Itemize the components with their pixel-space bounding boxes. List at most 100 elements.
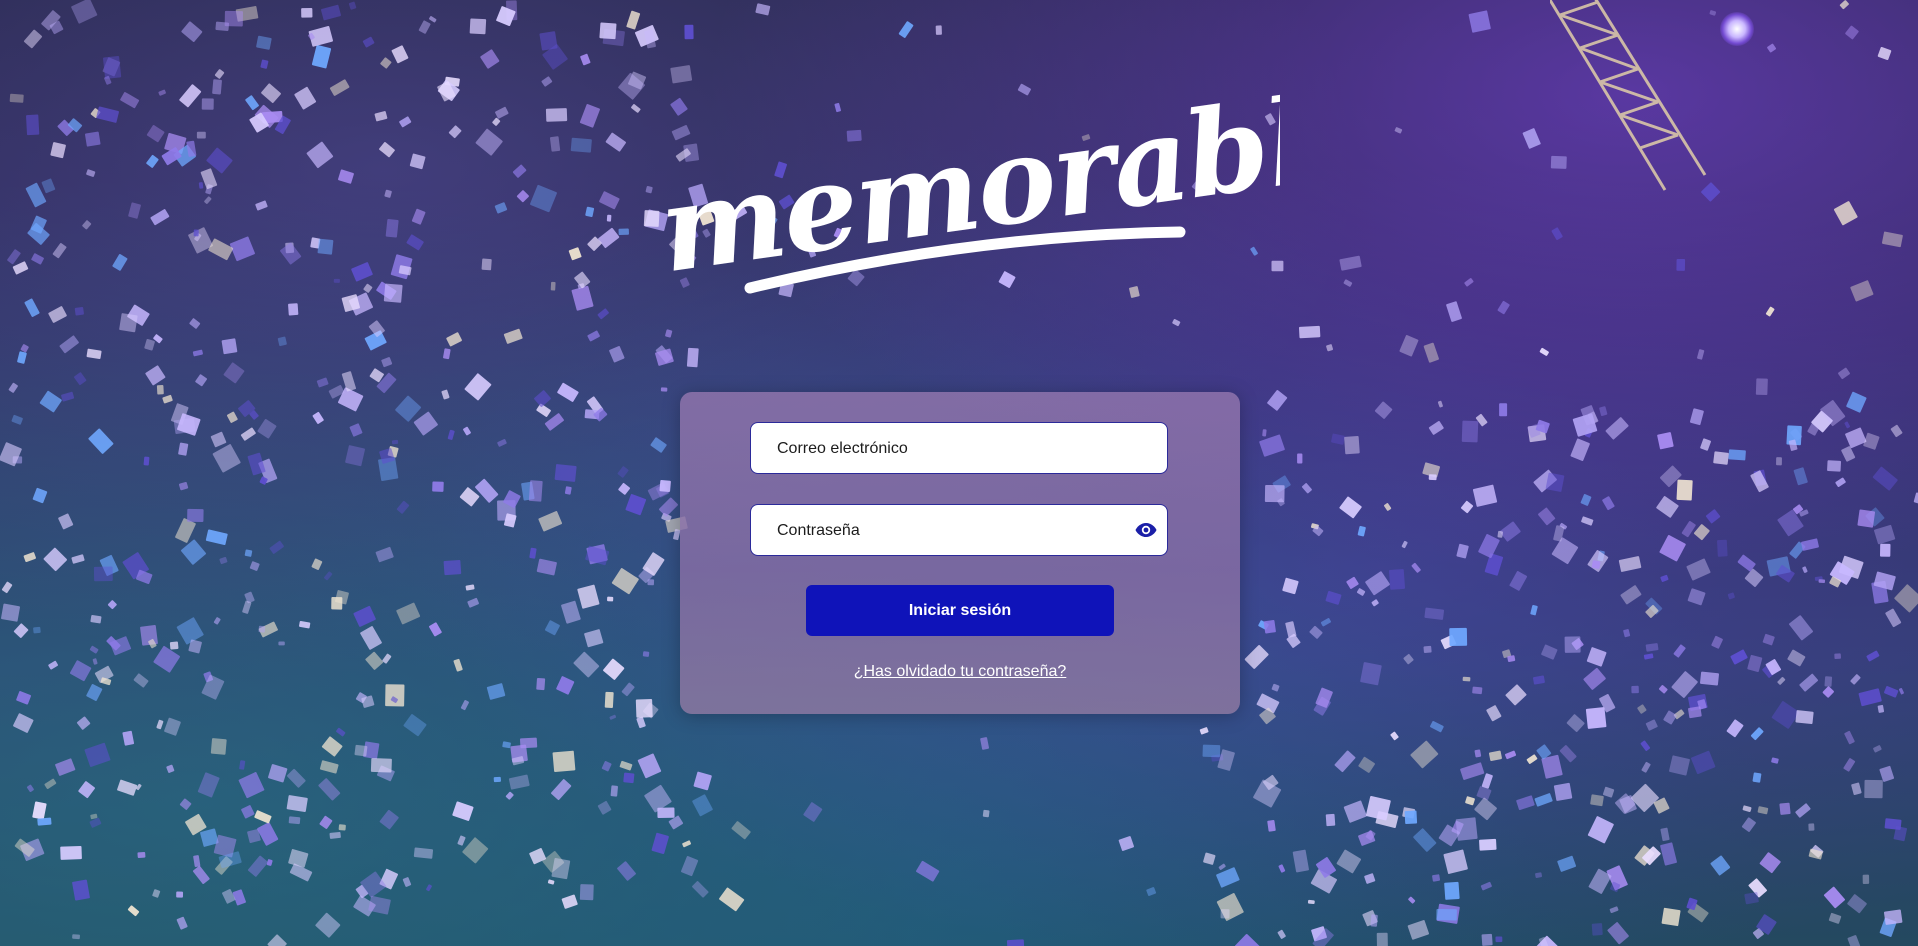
confetti-piece: [1365, 795, 1391, 821]
login-button[interactable]: Iniciar sesión: [806, 585, 1114, 636]
confetti-piece: [1690, 750, 1716, 775]
confetti-piece: [399, 116, 412, 128]
confetti-piece: [1474, 797, 1497, 821]
confetti-piece: [1356, 588, 1366, 596]
confetti-piece: [463, 426, 471, 436]
confetti-piece: [1777, 677, 1786, 685]
confetti-piece: [1700, 671, 1719, 686]
confetti-piece: [571, 285, 594, 311]
confetti-piece: [1631, 685, 1639, 694]
confetti-piece: [222, 889, 236, 904]
confetti-piece: [146, 125, 165, 143]
confetti-piece: [255, 200, 268, 211]
confetti-piece: [460, 700, 469, 711]
confetti-piece: [244, 549, 253, 557]
confetti-piece: [1370, 914, 1378, 927]
confetti-piece: [1693, 524, 1710, 541]
confetti-piece: [1609, 906, 1619, 914]
confetti-piece: [1857, 509, 1876, 528]
confetti-piece: [980, 737, 989, 750]
confetti-piece: [1742, 805, 1752, 813]
confetti-piece: [1545, 472, 1565, 492]
confetti-piece: [1376, 932, 1388, 946]
confetti-piece: [492, 117, 501, 126]
confetti-piece: [152, 889, 161, 898]
confetti-piece: [1687, 588, 1706, 606]
confetti-piece: [1297, 453, 1303, 464]
confetti-piece: [349, 423, 363, 437]
confetti-piece: [301, 8, 313, 18]
confetti-piece: [1456, 543, 1469, 559]
confetti-piece: [205, 529, 228, 546]
confetti-piece: [1516, 795, 1535, 811]
confetti-piece: [208, 238, 234, 261]
forgot-password-link[interactable]: ¿Has olvidado tu contraseña?: [680, 663, 1240, 681]
confetti-piece: [1443, 849, 1468, 874]
confetti-piece: [426, 884, 432, 892]
confetti-piece: [331, 597, 343, 610]
confetti-piece: [321, 736, 343, 757]
password-field[interactable]: [750, 504, 1168, 556]
confetti-piece: [50, 142, 66, 159]
confetti-piece: [1660, 827, 1670, 841]
password-input[interactable]: [775, 505, 1119, 556]
confetti-piece: [48, 660, 58, 670]
login-page: memorable Iniciar sesión ¿Has olvidado t…: [0, 0, 1918, 946]
eye-icon[interactable]: [1133, 518, 1159, 542]
confetti-piece: [375, 546, 394, 563]
email-field[interactable]: [750, 422, 1168, 474]
confetti-piece: [1199, 727, 1209, 735]
confetti-piece: [637, 753, 662, 779]
confetti-piece: [1437, 400, 1443, 408]
confetti-piece: [48, 306, 67, 323]
confetti-piece: [395, 395, 422, 422]
confetti-piece: [193, 229, 199, 237]
confetti-piece: [16, 691, 32, 705]
confetti-piece: [1538, 507, 1556, 526]
confetti-piece: [1581, 516, 1594, 526]
confetti-piece: [1866, 650, 1880, 662]
confetti-piece: [1843, 758, 1856, 772]
confetti-piece: [319, 815, 333, 829]
confetti-piece: [1730, 649, 1748, 665]
confetti-piece: [1495, 936, 1503, 943]
confetti-piece: [1839, 0, 1849, 10]
confetti-piece: [1271, 683, 1280, 692]
confetti-piece: [618, 228, 629, 236]
confetti-piece: [1844, 730, 1855, 745]
confetti-piece: [120, 92, 140, 109]
confetti-piece: [1881, 231, 1903, 248]
confetti-piece: [1771, 701, 1800, 729]
confetti-piece: [1298, 325, 1321, 339]
confetti-piece: [137, 852, 146, 858]
confetti-piece: [267, 934, 287, 946]
confetti-piece: [599, 22, 617, 40]
confetti-piece: [544, 620, 560, 636]
email-input[interactable]: [775, 423, 1119, 474]
confetti-piece: [1557, 855, 1577, 872]
confetti-piece: [1334, 750, 1356, 773]
confetti-piece: [1343, 279, 1353, 287]
confetti-piece: [212, 79, 222, 95]
confetti-piece: [1172, 318, 1181, 327]
confetti-piece: [1779, 802, 1791, 815]
confetti-piece: [20, 344, 29, 353]
confetti-piece: [574, 271, 591, 289]
confetti-piece: [1551, 227, 1563, 240]
confetti-piece: [1659, 535, 1686, 562]
confetti-piece: [86, 684, 103, 701]
confetti-piece: [319, 760, 339, 774]
confetti-piece: [1365, 571, 1390, 596]
confetti-piece: [642, 651, 650, 657]
confetti-piece: [486, 683, 506, 700]
confetti-piece: [1564, 636, 1581, 653]
confetti-piece: [396, 500, 410, 514]
confetti-piece: [61, 391, 75, 402]
confetti-piece: [1423, 342, 1439, 363]
confetti-piece: [306, 141, 334, 169]
confetti-piece: [635, 698, 653, 718]
confetti-piece: [212, 444, 241, 473]
confetti-piece: [360, 626, 382, 650]
confetti-piece: [72, 879, 90, 901]
confetti-piece: [1267, 819, 1276, 832]
